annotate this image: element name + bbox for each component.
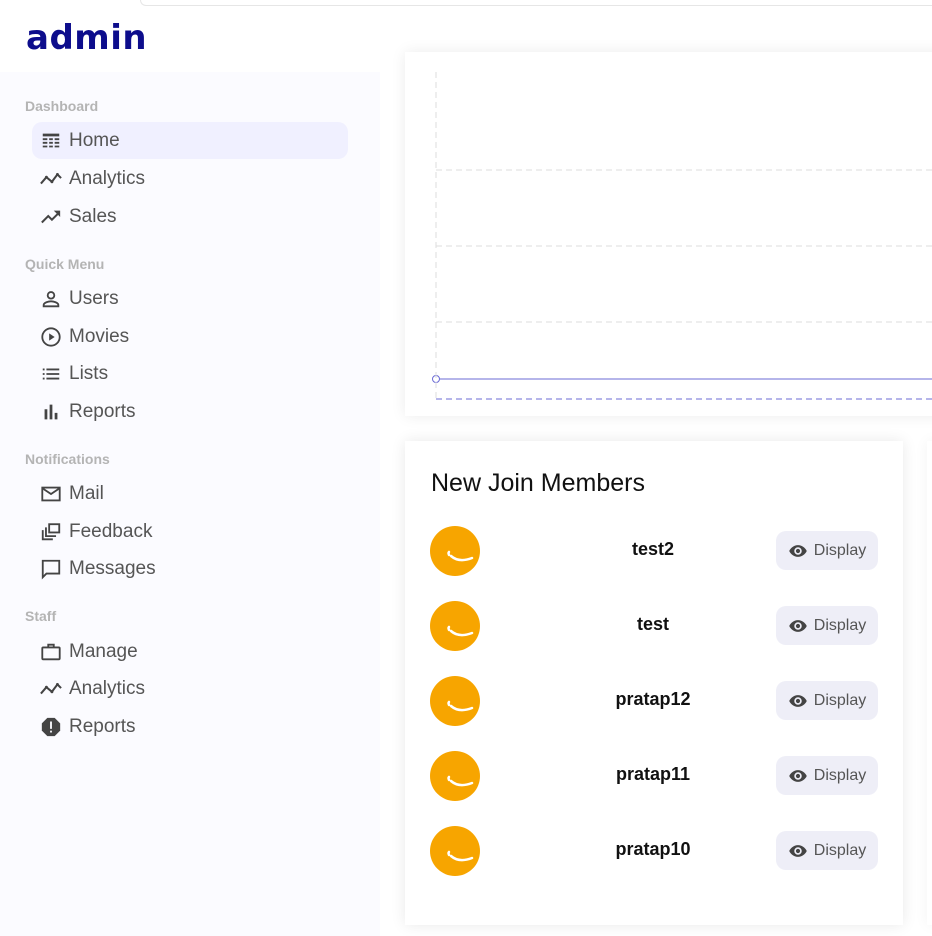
- trending-up-icon: [40, 206, 62, 228]
- sidebar-item-lists[interactable]: Lists: [32, 355, 348, 392]
- play-circle-icon: [40, 326, 62, 348]
- display-button[interactable]: Display: [776, 531, 878, 570]
- sidebar-item-mail[interactable]: Mail: [32, 475, 348, 512]
- avatar: [430, 751, 480, 801]
- member-username: test2: [631, 539, 675, 559]
- visibility-icon: [789, 694, 807, 707]
- sidebar-item-label: Sales: [69, 205, 117, 227]
- display-button[interactable]: Display: [776, 831, 878, 870]
- member-row: pratap10 Display: [430, 826, 880, 878]
- member-row: test Display: [430, 601, 880, 653]
- display-button[interactable]: Display: [776, 756, 878, 795]
- person-outline-icon: [40, 288, 62, 310]
- sidebar-item-label: Manage: [69, 640, 138, 662]
- list-icon: [40, 363, 62, 385]
- mail-outline-icon: [40, 483, 62, 505]
- member-username: test: [636, 614, 669, 634]
- chart-card: [405, 52, 932, 416]
- main-content: New Join Members test2 Display test Disp…: [380, 52, 932, 936]
- sidebar-item-staff-analytics[interactable]: Analytics: [32, 670, 348, 707]
- sidebar-item-sales[interactable]: Sales: [32, 198, 348, 235]
- members-title: New Join Members: [431, 469, 645, 497]
- display-button-label: Display: [813, 841, 867, 859]
- display-button-label: Display: [813, 541, 867, 559]
- sidebar-item-analytics[interactable]: Analytics: [32, 160, 348, 197]
- sidebar: Dashboard Home Analytics Sales Quick Men…: [0, 72, 380, 936]
- sidebar-item-label: Reports: [69, 715, 136, 737]
- avatar: [430, 676, 480, 726]
- sidebar-item-label: Mail: [69, 482, 104, 504]
- chat-bubble-outline-icon: [40, 558, 62, 580]
- display-button-label: Display: [813, 766, 867, 784]
- sidebar-item-feedback[interactable]: Feedback: [32, 513, 348, 550]
- report-icon: [40, 716, 62, 738]
- visibility-icon: [789, 844, 807, 857]
- section-title-staff: Staff: [25, 608, 57, 624]
- sidebar-item-label: Analytics: [69, 167, 146, 189]
- sidebar-item-users[interactable]: Users: [32, 280, 348, 317]
- sidebar-item-label: Analytics: [69, 677, 146, 699]
- display-button-label: Display: [813, 691, 867, 709]
- sidebar-item-staff-reports[interactable]: Reports: [32, 708, 348, 745]
- visibility-icon: [789, 544, 807, 557]
- sidebar-item-manage[interactable]: Manage: [32, 633, 348, 670]
- member-row: pratap11 Display: [430, 751, 880, 803]
- sidebar-item-movies[interactable]: Movies: [32, 318, 348, 355]
- work-outline-icon: [40, 641, 62, 663]
- home-icon: [40, 130, 62, 152]
- sidebar-item-reports[interactable]: Reports: [32, 393, 348, 430]
- new-members-card: New Join Members test2 Display test Disp…: [405, 441, 903, 925]
- display-button-label: Display: [813, 616, 867, 634]
- browser-edge: [140, 0, 932, 6]
- avatar: [430, 526, 480, 576]
- avatar: [430, 826, 480, 876]
- dynamic-feed-icon: [40, 521, 62, 543]
- member-row: test2 Display: [430, 526, 880, 578]
- sidebar-item-label: Movies: [69, 325, 130, 347]
- display-button[interactable]: Display: [776, 606, 878, 645]
- sidebar-item-label: Reports: [69, 400, 136, 422]
- member-username: pratap10: [615, 839, 691, 859]
- side-card: [927, 441, 932, 925]
- sidebar-item-messages[interactable]: Messages: [32, 550, 348, 587]
- sidebar-item-home[interactable]: Home: [32, 122, 348, 159]
- section-title-notifications: Notifications: [25, 451, 110, 467]
- member-row: pratap12 Display: [430, 676, 880, 728]
- timeline-icon: [40, 168, 62, 190]
- display-button[interactable]: Display: [776, 681, 878, 720]
- timeline-icon: [40, 678, 62, 700]
- section-title-dashboard: Dashboard: [25, 98, 99, 114]
- sidebar-item-label: Home: [69, 129, 120, 151]
- sidebar-item-label: Lists: [69, 362, 109, 384]
- section-title-quick-menu: Quick Menu: [25, 256, 105, 272]
- member-username: pratap12: [615, 689, 691, 709]
- app-logo[interactable]: admin: [26, 18, 147, 58]
- line-chart: [432, 72, 932, 400]
- sidebar-item-label: Users: [69, 287, 119, 309]
- visibility-icon: [789, 769, 807, 782]
- avatar: [430, 601, 480, 651]
- member-username: pratap11: [615, 764, 691, 784]
- visibility-icon: [789, 619, 807, 632]
- sidebar-item-label: Feedback: [69, 520, 153, 542]
- sidebar-item-label: Messages: [69, 557, 156, 579]
- bar-chart-icon: [40, 401, 62, 423]
